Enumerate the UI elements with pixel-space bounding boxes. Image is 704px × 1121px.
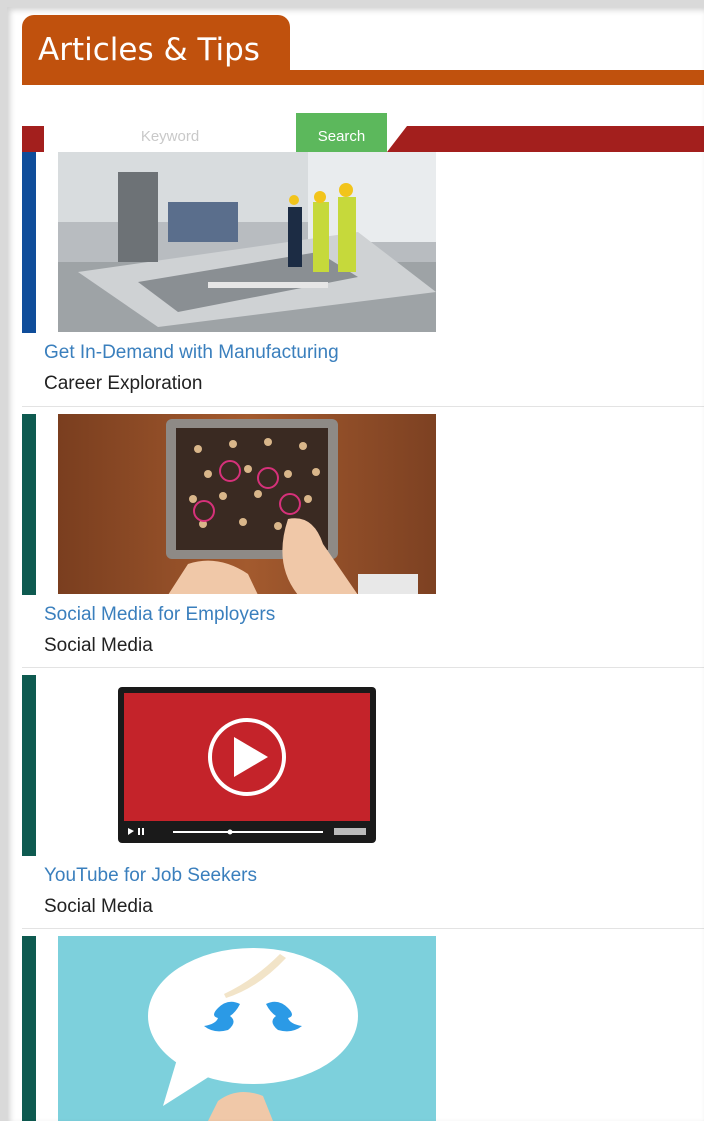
article-accent-bar <box>22 936 36 1121</box>
social-network-photo-icon <box>58 414 436 594</box>
twitter-birds-photo-icon <box>58 936 436 1121</box>
article-category: Social Media <box>44 896 153 917</box>
article-thumbnail[interactable] <box>58 936 436 1121</box>
article-title-link[interactable]: YouTube for Job Seekers <box>44 865 257 887</box>
divider <box>22 667 704 668</box>
divider <box>22 928 704 929</box>
article-card[interactable] <box>22 936 704 1121</box>
search-notch <box>387 126 407 152</box>
search-input[interactable] <box>44 113 296 152</box>
article-category: Social Media <box>44 635 153 656</box>
article-accent-bar <box>22 675 36 856</box>
header-bar <box>22 70 704 85</box>
article-thumbnail[interactable] <box>58 152 436 332</box>
article-accent-bar <box>22 152 36 333</box>
video-player-icon <box>58 675 436 855</box>
manufacturing-photo-icon <box>58 152 436 332</box>
page-title: Articles & Tips <box>38 32 260 68</box>
article-title-link[interactable]: Social Media for Employers <box>44 604 275 626</box>
article-card[interactable]: YouTube for Job Seekers Social Media <box>22 675 704 929</box>
article-category: Career Exploration <box>44 373 203 394</box>
article-accent-bar <box>22 414 36 595</box>
divider <box>22 406 704 407</box>
article-title-link[interactable]: Get In-Demand with Manufacturing <box>44 342 339 364</box>
article-thumbnail[interactable] <box>58 414 436 594</box>
article-card[interactable]: Get In-Demand with Manufacturing Career … <box>22 152 704 406</box>
article-card[interactable]: Social Media for Employers Social Media <box>22 414 704 668</box>
article-thumbnail[interactable] <box>58 675 436 855</box>
search-button[interactable]: Search <box>296 113 387 152</box>
